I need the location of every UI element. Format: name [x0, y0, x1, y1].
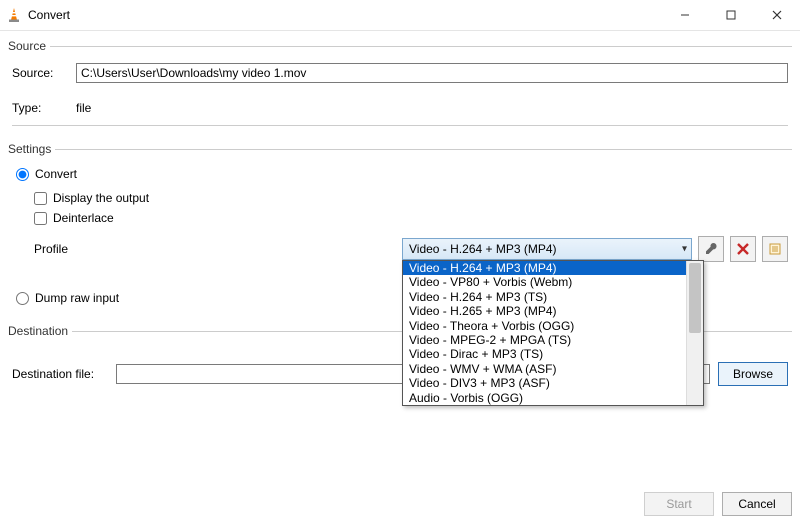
profile-option[interactable]: Video - WMV + WMA (ASF)	[403, 362, 703, 376]
titlebar: Convert	[0, 0, 800, 31]
browse-button[interactable]: Browse	[718, 362, 788, 386]
minimize-button[interactable]	[662, 0, 708, 30]
window-title: Convert	[28, 8, 70, 22]
close-button[interactable]	[754, 0, 800, 30]
profile-option[interactable]: Video - VP80 + Vorbis (Webm)	[403, 275, 703, 289]
profile-option[interactable]: Video - H.265 + MP3 (MP4)	[403, 304, 703, 318]
chevron-down-icon: ▾	[682, 244, 687, 255]
source-separator	[12, 125, 788, 126]
profile-option[interactable]: Video - Dirac + MP3 (TS)	[403, 347, 703, 361]
convert-radio-input[interactable]	[16, 168, 29, 181]
display-output-label: Display the output	[53, 190, 149, 206]
dump-radio-input[interactable]	[16, 292, 29, 305]
profile-option[interactable]: Video - H.264 + MP3 (TS)	[403, 290, 703, 304]
profile-dropdown[interactable]: Video - H.264 + MP3 (MP4)Video - VP80 + …	[402, 260, 704, 406]
wrench-icon	[704, 242, 718, 256]
type-value: file	[76, 101, 91, 115]
profile-option[interactable]: Video - Theora + Vorbis (OGG)	[403, 319, 703, 333]
vlc-cone-icon	[6, 7, 22, 23]
profile-label: Profile	[34, 242, 94, 256]
source-label: Source:	[12, 66, 68, 80]
settings-legend: Settings	[8, 142, 55, 156]
display-output-input[interactable]	[34, 192, 47, 205]
delete-profile-button[interactable]	[730, 236, 756, 262]
source-input[interactable]	[76, 63, 788, 83]
source-group: Source Source: Type: file	[8, 39, 792, 132]
dialog-footer: Start Cancel	[0, 486, 800, 526]
profile-combo[interactable]: Video - H.264 + MP3 (MP4) ▾	[402, 238, 692, 260]
new-profile-icon	[768, 242, 782, 256]
type-label: Type:	[12, 101, 68, 115]
cancel-button[interactable]: Cancel	[722, 492, 792, 516]
maximize-button[interactable]	[708, 0, 754, 30]
convert-window: Convert Source Source: Type: file	[0, 0, 800, 526]
profile-option[interactable]: Audio - Vorbis (OGG)	[403, 391, 703, 405]
destination-legend: Destination	[8, 324, 72, 338]
profile-option[interactable]: Video - DIV3 + MP3 (ASF)	[403, 376, 703, 390]
edit-profile-button[interactable]	[698, 236, 724, 262]
start-button[interactable]: Start	[644, 492, 714, 516]
new-profile-button[interactable]	[762, 236, 788, 262]
convert-radio-label: Convert	[35, 166, 77, 182]
settings-group: Settings Convert Display the output Dein…	[8, 142, 792, 314]
convert-radio[interactable]: Convert	[16, 166, 788, 182]
destination-file-label: Destination file:	[12, 367, 108, 381]
scrollbar-thumb[interactable]	[689, 263, 701, 333]
deinterlace-label: Deinterlace	[53, 210, 114, 226]
dump-radio-label: Dump raw input	[35, 290, 119, 306]
dropdown-scrollbar[interactable]	[686, 261, 703, 405]
deinterlace-checkbox[interactable]: Deinterlace	[34, 210, 788, 226]
display-output-checkbox[interactable]: Display the output	[34, 190, 788, 206]
profile-option[interactable]: Video - MPEG-2 + MPGA (TS)	[403, 333, 703, 347]
delete-x-icon	[737, 243, 749, 255]
profile-option[interactable]: Video - H.264 + MP3 (MP4)	[403, 261, 703, 275]
deinterlace-input[interactable]	[34, 212, 47, 225]
source-legend: Source	[8, 39, 50, 53]
profile-selected: Video - H.264 + MP3 (MP4)	[409, 242, 557, 256]
